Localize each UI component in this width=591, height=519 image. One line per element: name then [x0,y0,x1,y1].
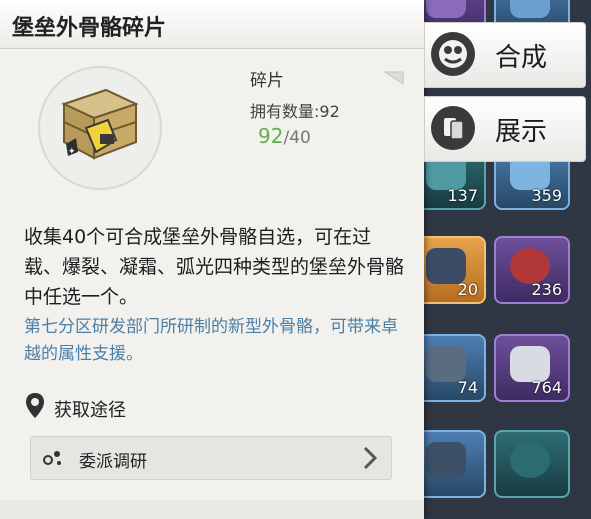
dispatch-icon [43,451,61,465]
slot-count: 137 [447,186,478,205]
crate-icon: ✦ [61,88,139,160]
item-icon-frame: ✦ [30,60,170,190]
panel-footer [0,500,424,519]
combine-label: 合成 [495,43,548,73]
svg-text:✦: ✦ [68,147,76,157]
item-detail-panel: 堡垒外骨骼碎片 ✦ 碎片 拥有数量:92 92/40 收集40个可合成堡垒外骨骼… [0,0,424,519]
source-label: 委派调研 [79,452,147,472]
corner-fold-icon [383,71,404,85]
combine-icon [431,32,475,76]
acquire-label: 获取途径 [54,400,126,421]
chevron-right-icon [363,446,378,470]
combine-progress: 92/40 [258,124,311,148]
progress-current: 92 [258,124,284,148]
owned-count: 92 [319,102,340,121]
showcase-icon [431,106,475,150]
slot-count: 20 [457,280,478,299]
combine-button[interactable]: 合成 [424,22,586,88]
item-lore: 第七分区研发部门所研制的新型外骨骼，可带来卓越的属性支援。 [24,317,398,364]
showcase-label: 展示 [495,117,548,147]
location-pin-icon [26,393,44,418]
item-title: 堡垒外骨骼碎片 [12,16,167,41]
slot-count: 236 [531,280,562,299]
slot-count: 359 [531,186,562,205]
owned-label: 拥有数量: [250,102,320,121]
source-dispatch-button[interactable]: 委派调研 [30,436,392,480]
title-bar: 堡垒外骨骼碎片 [0,0,424,49]
inventory-slot[interactable]: 236 [494,236,570,304]
inventory-slot[interactable]: 764 [494,334,570,402]
item-type-label: 碎片 [250,71,284,91]
item-description: 收集40个可合成堡垒外骨骼自选，可在过载、爆裂、凝霜、弧光四种类型的堡垒外骨骼中… [24,226,405,308]
owned-count-row: 拥有数量:92 [250,98,340,122]
slot-count: 764 [531,378,562,397]
showcase-button[interactable]: 展示 [424,96,586,162]
progress-required: 40 [289,128,311,148]
slot-count: 74 [457,378,478,397]
inventory-slot[interactable] [494,430,570,498]
